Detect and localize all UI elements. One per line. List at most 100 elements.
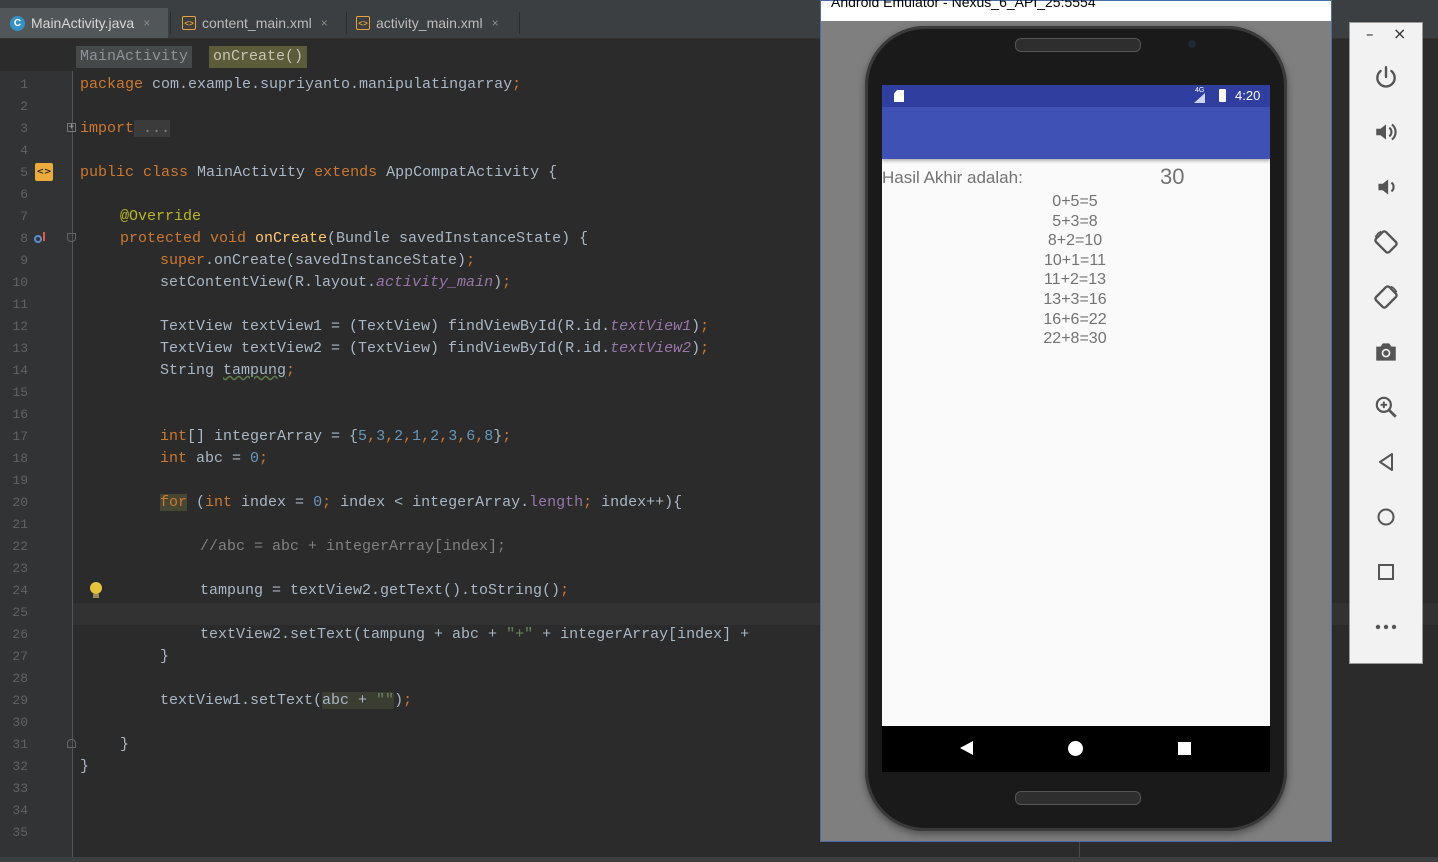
screenshot-button[interactable] xyxy=(1370,336,1402,368)
code-text: (Bundle savedInstanceState) { xyxy=(327,230,589,247)
code-line-34: } xyxy=(80,756,89,778)
code-editor[interactable]: package com.example.supriyanto.manipulat… xyxy=(73,71,820,862)
code-text: abc = xyxy=(187,450,251,467)
field-ref: textView2 xyxy=(610,340,692,357)
comma: , xyxy=(403,428,413,445)
code-line-11: super.onCreate(savedInstanceState); xyxy=(160,250,475,272)
result-line: 0+5=5 xyxy=(1052,193,1098,210)
code-text: AppCompatActivity { xyxy=(377,164,558,181)
results-textview: 0+5=5 5+3=8 8+2=10 10+1=11 11+2=13 13+3=… xyxy=(1025,192,1125,349)
zoom-button[interactable] xyxy=(1370,391,1402,423)
breadcrumb-class[interactable]: MainActivity xyxy=(76,46,193,68)
nav-back-icon[interactable] xyxy=(960,741,973,755)
semicolon: ; xyxy=(403,692,413,709)
folded-imports[interactable]: ... xyxy=(134,120,171,137)
status-bar xyxy=(0,857,1438,862)
minimize-button[interactable]: – xyxy=(1366,25,1374,43)
device-screen[interactable]: 4G 4:20 Hasil Akhir adalah: 30 0+5=5 5+3… xyxy=(882,85,1270,726)
line-number: 6 xyxy=(20,187,28,202)
semicolon: ; xyxy=(286,362,296,379)
divider-line xyxy=(1079,842,1080,857)
code-line-29: } xyxy=(160,646,169,668)
android-component-icon[interactable]: <> xyxy=(35,163,53,181)
line-number: 4 xyxy=(20,143,28,158)
semicolon: ; xyxy=(512,76,522,93)
back-button[interactable] xyxy=(1370,446,1402,478)
volume-up-button[interactable] xyxy=(1370,116,1402,148)
string-literal: "" xyxy=(376,692,395,709)
power-button[interactable] xyxy=(1370,61,1402,93)
number: 0 xyxy=(313,494,323,511)
line-number: 5 xyxy=(20,165,28,180)
sd-card-icon xyxy=(894,90,904,102)
code-text: setContentView(R.layout. xyxy=(160,274,377,291)
code-text: } xyxy=(160,648,170,665)
result-line: 10+1=11 xyxy=(1044,251,1106,269)
more-button[interactable] xyxy=(1370,611,1402,643)
tab-content-main-xml[interactable]: <> content_main.xml × xyxy=(172,8,344,38)
overview-button[interactable] xyxy=(1370,556,1402,588)
tab-label: content_main.xml xyxy=(202,15,312,31)
code-text: + integerArray[index] + xyxy=(533,626,750,643)
annotation: @Override xyxy=(120,208,202,225)
android-nav-bar xyxy=(882,726,1270,772)
line-number: 25 xyxy=(12,605,28,620)
line-number: 32 xyxy=(12,759,28,774)
tab-mainactivity-java[interactable]: C MainActivity.java × xyxy=(0,8,168,38)
rotate-left-button[interactable] xyxy=(1370,226,1402,258)
keyword: protected void xyxy=(120,230,247,247)
code-line-14: TextView textView1 = (TextView) findView… xyxy=(160,316,709,338)
close-button[interactable]: × xyxy=(1393,24,1406,43)
line-number: 17 xyxy=(12,429,28,444)
close-icon[interactable]: × xyxy=(143,16,150,30)
code-text: } xyxy=(120,736,130,753)
code-text: .onCreate(savedInstanceState) xyxy=(205,252,467,269)
keyword: import xyxy=(80,120,135,137)
line-number: 9 xyxy=(20,253,28,268)
line-number: 1 xyxy=(20,77,28,92)
home-icon xyxy=(1377,508,1395,526)
speaker-grille xyxy=(1015,791,1141,805)
breadcrumb-method[interactable]: onCreate() xyxy=(209,46,308,68)
home-button[interactable] xyxy=(1370,501,1402,533)
nav-recents-icon[interactable] xyxy=(1178,742,1191,755)
line-number: 11 xyxy=(12,297,28,312)
emulator-side-toolbar: – × xyxy=(1349,22,1423,664)
speaker-grille xyxy=(1015,38,1141,52)
close-icon[interactable]: × xyxy=(492,16,499,30)
tab-activity-main-xml[interactable]: <> activity_main.xml × xyxy=(346,8,518,38)
code-text: textView1.setText( xyxy=(160,692,323,709)
number: 1 xyxy=(412,428,422,445)
battery-icon xyxy=(1219,89,1226,102)
code-line-9: @Override xyxy=(120,206,201,228)
line-number: 23 xyxy=(12,561,28,576)
line-number: 30 xyxy=(12,715,28,730)
line-number: 18 xyxy=(12,451,28,466)
semicolon: ; xyxy=(322,494,332,511)
keyword: extends xyxy=(305,164,378,181)
result-line: 8+2=10 xyxy=(1047,232,1103,250)
volume-down-button[interactable] xyxy=(1370,171,1402,203)
close-icon[interactable]: × xyxy=(321,16,328,30)
nav-home-icon[interactable] xyxy=(1068,741,1083,756)
result-line: 5+3=8 xyxy=(1052,212,1098,230)
code-text: [] integerArray = { xyxy=(187,428,359,445)
override-method-icon[interactable] xyxy=(34,232,48,246)
result-label: Hasil Akhir adalah: xyxy=(882,168,1023,187)
tab-divider xyxy=(170,12,171,34)
code-text: } xyxy=(80,758,90,775)
rotate-right-button[interactable] xyxy=(1370,281,1402,313)
line-number: 8 xyxy=(20,231,28,246)
line-number: 21 xyxy=(12,517,28,532)
back-icon xyxy=(1379,453,1393,471)
comma: , xyxy=(439,428,449,445)
code-text: textView2.setText(tampung + abc + xyxy=(200,626,507,643)
semicolon: ; xyxy=(259,450,269,467)
keyword: package xyxy=(80,76,144,93)
code-line-3: import ... xyxy=(80,118,171,140)
code-text: index++){ xyxy=(592,494,683,511)
field-ref: length xyxy=(529,494,584,511)
line-number: 2 xyxy=(20,99,28,114)
code-line-15: TextView textView2 = (TextView) findView… xyxy=(160,338,709,360)
line-number: 10 xyxy=(12,275,28,290)
